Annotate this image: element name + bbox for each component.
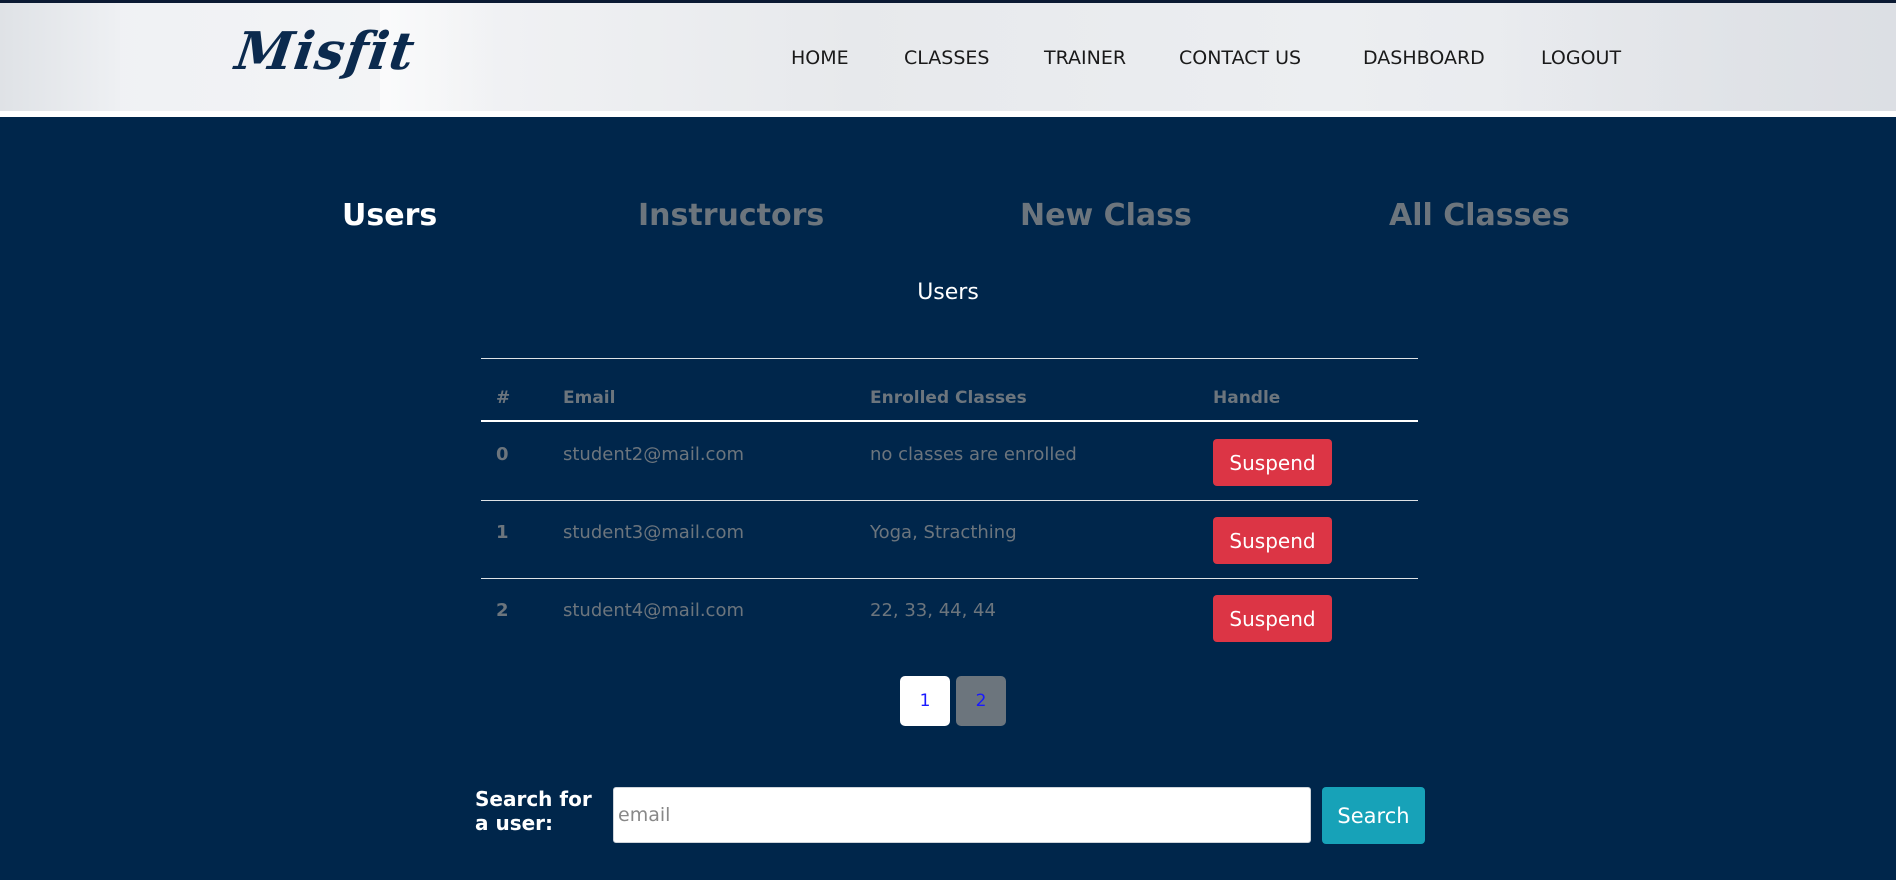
- row-index: 2: [496, 600, 509, 621]
- tab-users[interactable]: Users: [342, 198, 437, 233]
- nav-logout[interactable]: LOGOUT: [1541, 47, 1621, 69]
- tab-new-class[interactable]: New Class: [1020, 198, 1192, 233]
- nav-contact-us[interactable]: CONTACT US: [1179, 47, 1301, 69]
- row-email: student2@mail.com: [563, 444, 744, 465]
- nav-trainer[interactable]: TRAINER: [1044, 47, 1126, 69]
- nav-dashboard[interactable]: DASHBOARD: [1363, 47, 1485, 69]
- tab-instructors[interactable]: Instructors: [638, 198, 824, 233]
- tab-all-classes[interactable]: All Classes: [1389, 198, 1570, 233]
- column-header-enrolled-classes: Enrolled Classes: [870, 388, 1027, 408]
- row-enrolled-classes: no classes are enrolled: [870, 444, 1077, 465]
- row-index: 1: [496, 522, 509, 543]
- table-row: 2 student4@mail.com 22, 33, 44, 44 Suspe…: [481, 578, 1418, 656]
- search-email-input[interactable]: [613, 787, 1311, 843]
- suspend-button[interactable]: Suspend: [1213, 595, 1332, 642]
- row-email: student4@mail.com: [563, 600, 744, 621]
- column-header-handle: Handle: [1213, 388, 1281, 408]
- pagination-page-1[interactable]: 1: [900, 676, 950, 726]
- table-row: 1 student3@mail.com Yoga, Stracthing Sus…: [481, 500, 1418, 578]
- suspend-button[interactable]: Suspend: [1213, 439, 1332, 486]
- header-divider: [0, 111, 1896, 117]
- column-header-index: #: [496, 388, 511, 408]
- main-nav: HOME CLASSES TRAINER CONTACT US DASHBOAR…: [0, 47, 1896, 71]
- pagination-page-2[interactable]: 2: [956, 676, 1006, 726]
- site-header: Misfit HOME CLASSES TRAINER CONTACT US D…: [0, 3, 1896, 111]
- row-index: 0: [496, 444, 509, 465]
- row-enrolled-classes: Yoga, Stracthing: [870, 522, 1017, 543]
- suspend-button[interactable]: Suspend: [1213, 517, 1332, 564]
- section-title: Users: [917, 280, 979, 305]
- search-label: Search for a user:: [475, 787, 592, 835]
- nav-home[interactable]: HOME: [791, 47, 849, 69]
- nav-classes[interactable]: CLASSES: [904, 47, 989, 69]
- row-email: student3@mail.com: [563, 522, 744, 543]
- row-enrolled-classes: 22, 33, 44, 44: [870, 600, 996, 621]
- column-header-email: Email: [563, 388, 616, 408]
- table-row: 0 student2@mail.com no classes are enrol…: [481, 422, 1418, 500]
- search-button[interactable]: Search: [1322, 787, 1425, 844]
- table-top-border: [481, 358, 1418, 359]
